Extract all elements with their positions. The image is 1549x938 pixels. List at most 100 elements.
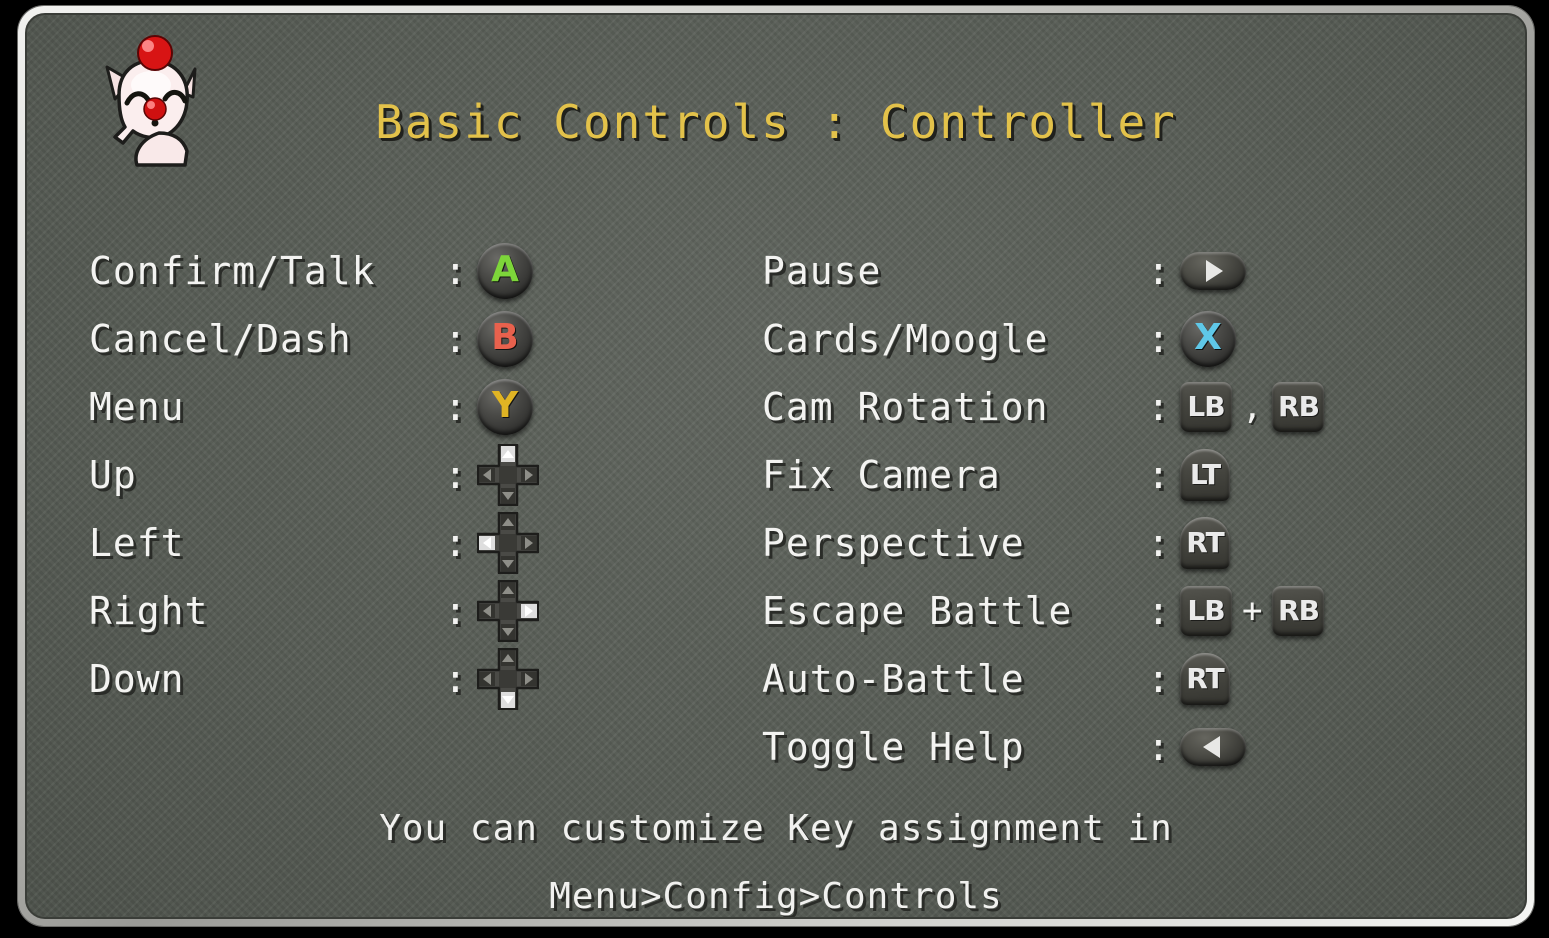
button-glyph: A: [491, 249, 519, 290]
control-label: Auto-Battle: [762, 657, 1025, 701]
button-a-icon[interactable]: A: [477, 243, 533, 299]
control-label: Cards/Moogle: [762, 317, 1049, 361]
control-row: Confirm/Talk: A: [89, 237, 609, 305]
control-separator: :: [444, 589, 467, 633]
control-row: Pause:: [762, 237, 1402, 305]
dpad-down-icon[interactable]: [476, 647, 540, 711]
page-title: Basic Controls : Controller: [375, 95, 1177, 149]
control-separator: :: [444, 657, 467, 701]
control-row: Toggle Help:: [762, 713, 1402, 781]
control-separator: :: [1147, 249, 1170, 293]
control-binding: [476, 647, 540, 711]
control-label: Pause: [762, 249, 882, 293]
button-lb-icon[interactable]: LB: [1180, 586, 1232, 636]
button-glyph: RT: [1186, 526, 1224, 559]
control-label: Down: [89, 657, 185, 701]
control-binding: LT: [1180, 449, 1230, 501]
button-rb-icon[interactable]: RB: [1272, 586, 1325, 636]
control-row: Down:: [89, 645, 609, 713]
control-label: Menu: [89, 385, 185, 429]
control-separator: :: [444, 317, 467, 361]
start-button-icon[interactable]: [1180, 252, 1246, 290]
control-binding: B: [477, 311, 533, 367]
control-binding: Y: [477, 379, 533, 435]
button-rt-icon[interactable]: RT: [1180, 653, 1230, 705]
button-glyph: RB: [1278, 390, 1320, 423]
control-label: Left: [89, 521, 185, 565]
control-separator: :: [1147, 589, 1170, 633]
footer-hint: You can customize Key assignment in Menu>…: [27, 795, 1525, 917]
control-label: Fix Camera: [762, 453, 1001, 497]
help-window: Basic Controls : Controller Confirm/Talk…: [18, 6, 1534, 926]
control-separator: :: [1147, 725, 1170, 769]
button-glyph: B: [491, 317, 519, 358]
control-label: Perspective: [762, 521, 1025, 565]
control-label: Escape Battle: [762, 589, 1073, 633]
control-separator: :: [1147, 385, 1170, 429]
control-row: Menu: Y: [89, 373, 609, 441]
control-row: Auto-Battle: RT: [762, 645, 1402, 713]
control-binding: [1180, 252, 1246, 290]
control-label: Up: [89, 453, 137, 497]
control-binding: [476, 511, 540, 575]
control-separator: :: [1147, 453, 1170, 497]
triangle-left-icon: [1203, 736, 1220, 758]
control-separator: :: [444, 385, 467, 429]
control-row: Cam Rotation: LB, RB: [762, 373, 1402, 441]
footer-line: You can customize Key assignment in: [379, 808, 1173, 849]
control-binding: RT: [1180, 517, 1230, 569]
control-binding: A: [477, 243, 533, 299]
help-window-inner: Basic Controls : Controller Confirm/Talk…: [25, 13, 1527, 919]
control-row: Fix Camera: LT: [762, 441, 1402, 509]
control-separator: :: [1147, 657, 1170, 701]
key-separator: +: [1242, 591, 1263, 631]
control-separator: :: [1147, 521, 1170, 565]
control-binding: [476, 443, 540, 507]
control-binding: LB, RB: [1180, 382, 1325, 432]
button-glyph: RB: [1278, 594, 1320, 627]
button-glyph: Y: [491, 385, 519, 426]
dpad-right-icon[interactable]: [476, 579, 540, 643]
button-glyph: LB: [1187, 390, 1225, 423]
control-row: Right:: [89, 577, 609, 645]
dpad-left-icon[interactable]: [476, 511, 540, 575]
button-x-icon[interactable]: X: [1180, 311, 1236, 367]
key-separator: ,: [1242, 387, 1263, 427]
control-binding: [476, 579, 540, 643]
button-rb-icon[interactable]: RB: [1272, 382, 1325, 432]
control-binding: LB + RB: [1180, 586, 1325, 636]
control-separator: :: [444, 249, 467, 293]
control-label: Toggle Help: [762, 725, 1025, 769]
control-row: Left:: [89, 509, 609, 577]
dpad-up-icon[interactable]: [476, 443, 540, 507]
back-button-icon[interactable]: [1180, 728, 1246, 766]
control-label: Cancel/Dash: [89, 317, 352, 361]
control-binding: RT: [1180, 653, 1230, 705]
control-binding: [1180, 728, 1246, 766]
button-glyph: X: [1194, 317, 1222, 358]
control-row: Up:: [89, 441, 609, 509]
control-label: Right: [89, 589, 209, 633]
button-glyph: RT: [1186, 662, 1224, 695]
control-row: Escape Battle: LB + RB: [762, 577, 1402, 645]
button-glyph: LT: [1189, 458, 1221, 491]
control-separator: :: [1147, 317, 1170, 361]
control-row: Cancel/Dash: B: [89, 305, 609, 373]
button-b-icon[interactable]: B: [477, 311, 533, 367]
button-lb-icon[interactable]: LB: [1180, 382, 1232, 432]
control-label: Cam Rotation: [762, 385, 1049, 429]
footer-line: Menu>Config>Controls: [549, 876, 1003, 917]
button-glyph: LB: [1187, 594, 1225, 627]
control-row: Perspective: RT: [762, 509, 1402, 577]
control-row: Cards/Moogle: X: [762, 305, 1402, 373]
button-y-icon[interactable]: Y: [477, 379, 533, 435]
control-label: Confirm/Talk: [89, 249, 376, 293]
control-separator: :: [444, 521, 467, 565]
triangle-right-icon: [1206, 260, 1223, 282]
control-binding: X: [1180, 311, 1236, 367]
controls-column-right: Pause: Cards/Moogle: X Cam Rotation: LB, RB Fi…: [762, 237, 1402, 781]
controls-column-left: Confirm/Talk: A Cancel/Dash: B Menu: Y Up: Left…: [89, 237, 609, 713]
control-separator: :: [444, 453, 467, 497]
button-rt-icon[interactable]: RT: [1180, 517, 1230, 569]
button-lt-icon[interactable]: LT: [1180, 449, 1230, 501]
